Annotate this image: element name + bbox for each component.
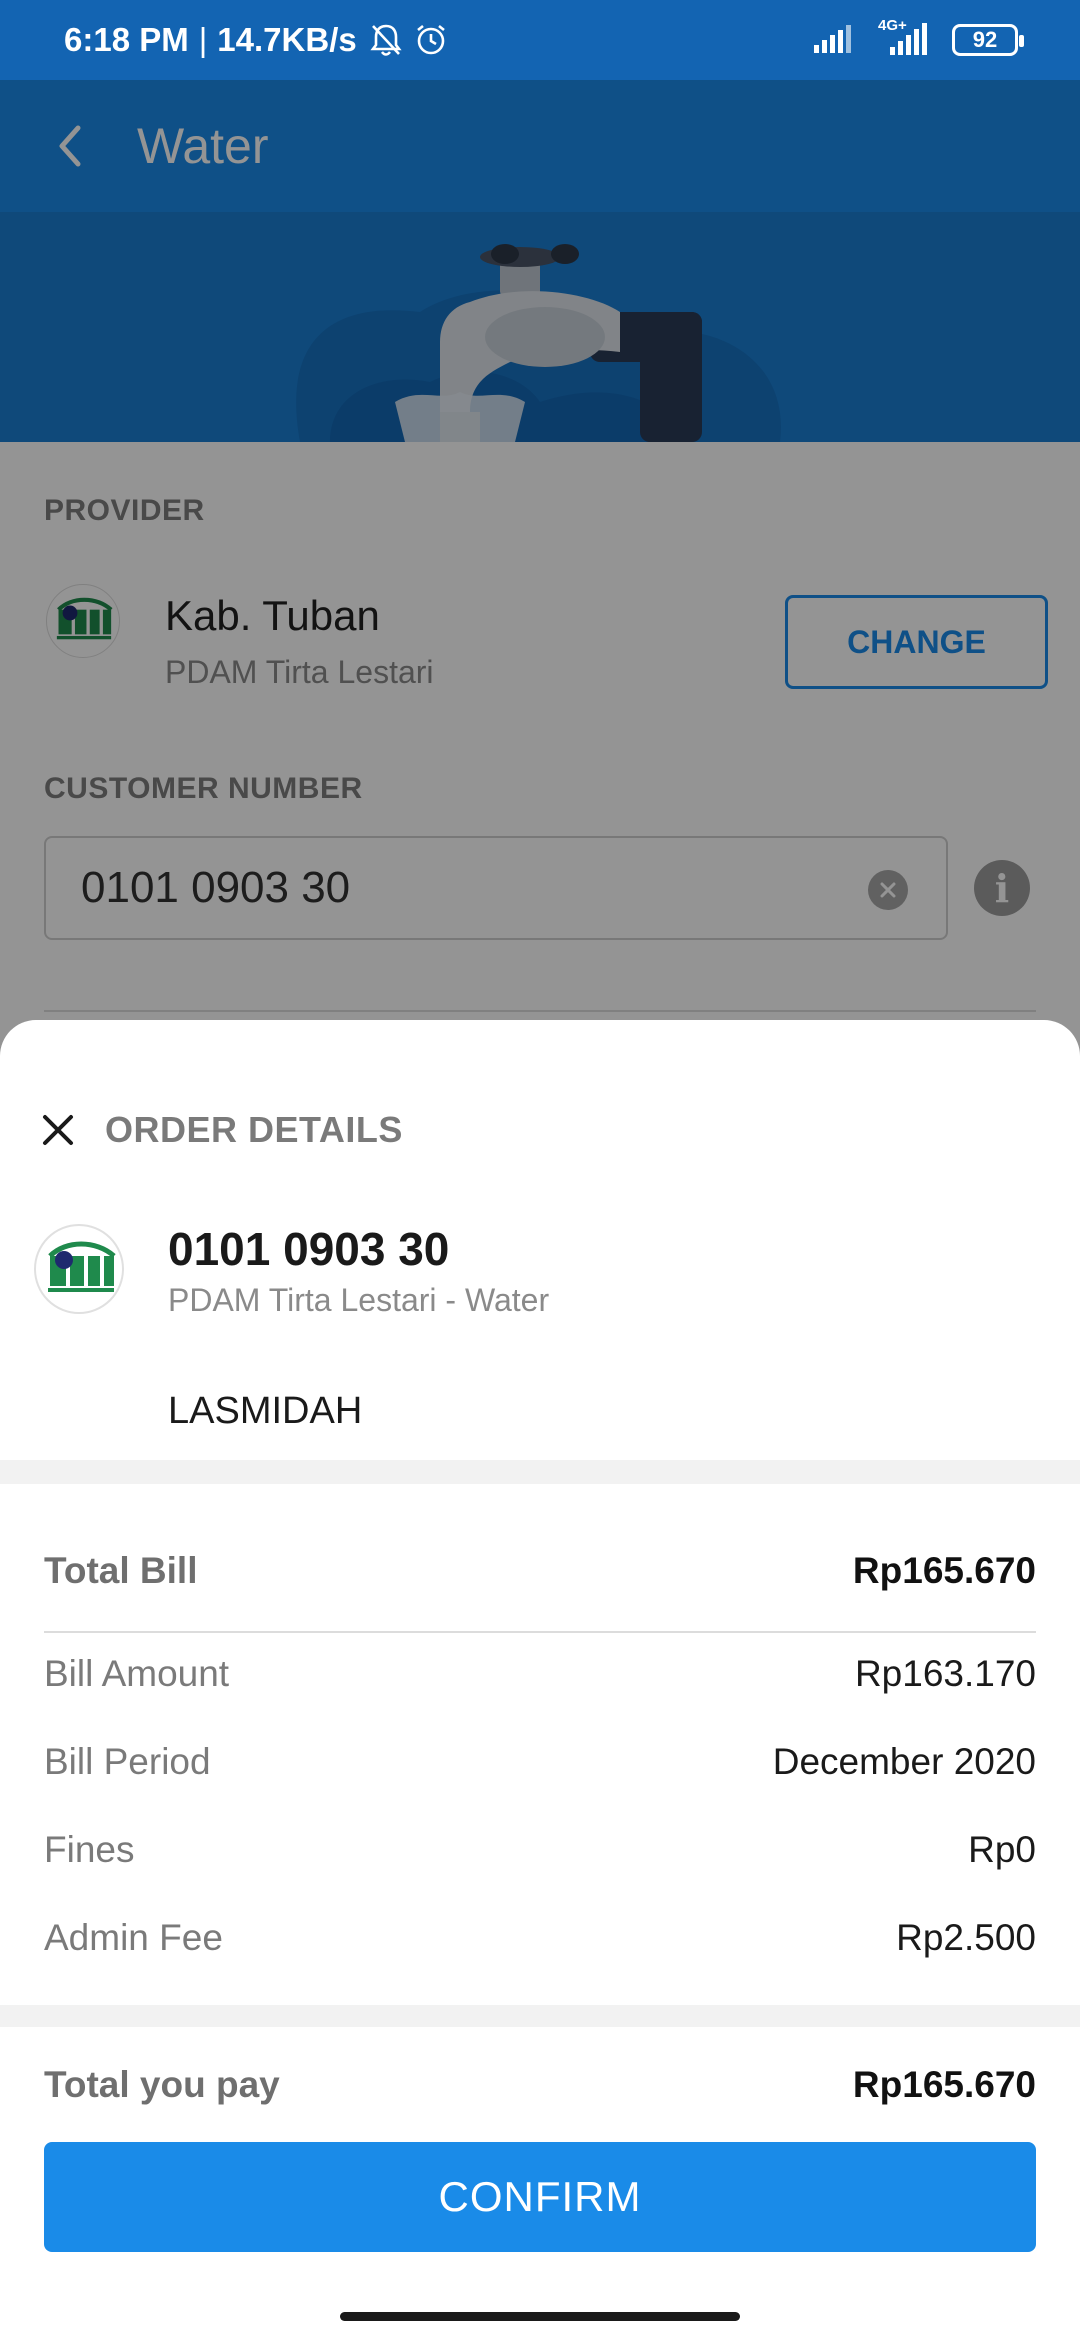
status-time: 6:18 PM bbox=[64, 21, 189, 58]
fines-label: Fines bbox=[44, 1829, 135, 1870]
section-separator bbox=[0, 2005, 1080, 2027]
close-icon bbox=[43, 1115, 73, 1145]
order-customer-name: LASMIDAH bbox=[168, 1390, 363, 1432]
bell-off-icon bbox=[369, 22, 403, 58]
bill-amount-value: Rp163.170 bbox=[854, 1653, 1036, 1694]
battery-level: 92 bbox=[972, 27, 998, 52]
status-separator: | bbox=[198, 21, 208, 58]
total-bill-label: Total Bill bbox=[44, 1550, 198, 1591]
order-customer-number: 0101 0903 30 bbox=[168, 1223, 450, 1275]
order-subtitle: PDAM Tirta Lestari - Water bbox=[168, 1282, 550, 1318]
signal-icon bbox=[812, 25, 852, 55]
bill-amount-label: Bill Amount bbox=[44, 1653, 230, 1694]
confirm-button[interactable]: CONFIRM bbox=[44, 2142, 1036, 2252]
bill-period-label: Bill Period bbox=[44, 1741, 211, 1782]
close-button[interactable] bbox=[36, 1108, 80, 1152]
order-provider-logo bbox=[34, 1224, 124, 1314]
battery-icon: 92 bbox=[952, 24, 1024, 56]
admin-fee-row: Admin Fee Rp2.500 bbox=[44, 1913, 1036, 1963]
bill-amount-row: Bill Amount Rp163.170 bbox=[44, 1649, 1036, 1699]
home-indicator[interactable] bbox=[340, 2312, 740, 2321]
bill-period-value: December 2020 bbox=[772, 1741, 1036, 1782]
admin-fee-label: Admin Fee bbox=[44, 1917, 223, 1958]
fines-row: Fines Rp0 bbox=[44, 1825, 1036, 1875]
bill-period-row: Bill Period December 2020 bbox=[44, 1737, 1036, 1787]
order-details-sheet: ORDER DETAILS 0101 0903 30 PDAM Tirta Le… bbox=[0, 1020, 1080, 2340]
fines-value: Rp0 bbox=[968, 1829, 1036, 1870]
alarm-icon bbox=[413, 22, 449, 58]
admin-fee-value: Rp2.500 bbox=[896, 1917, 1036, 1958]
total-pay-row: Total you pay Rp165.670 bbox=[44, 2060, 1036, 2110]
section-separator bbox=[0, 1460, 1080, 1484]
status-speed: 14.7KB/s bbox=[217, 21, 357, 58]
total-pay-value: Rp165.670 bbox=[852, 2064, 1036, 2105]
status-bar: 6:18 PM | 14.7KB/s 4G+ 92 bbox=[0, 0, 1080, 80]
total-bill-value: Rp165.670 bbox=[852, 1550, 1036, 1591]
divider bbox=[44, 1631, 1036, 1633]
total-pay-label: Total you pay bbox=[44, 2064, 280, 2105]
sheet-title: ORDER DETAILS bbox=[105, 1109, 403, 1150]
signal-4g-icon: 4G+ bbox=[874, 18, 930, 57]
total-bill-row: Total Bill Rp165.670 bbox=[44, 1546, 1036, 1596]
